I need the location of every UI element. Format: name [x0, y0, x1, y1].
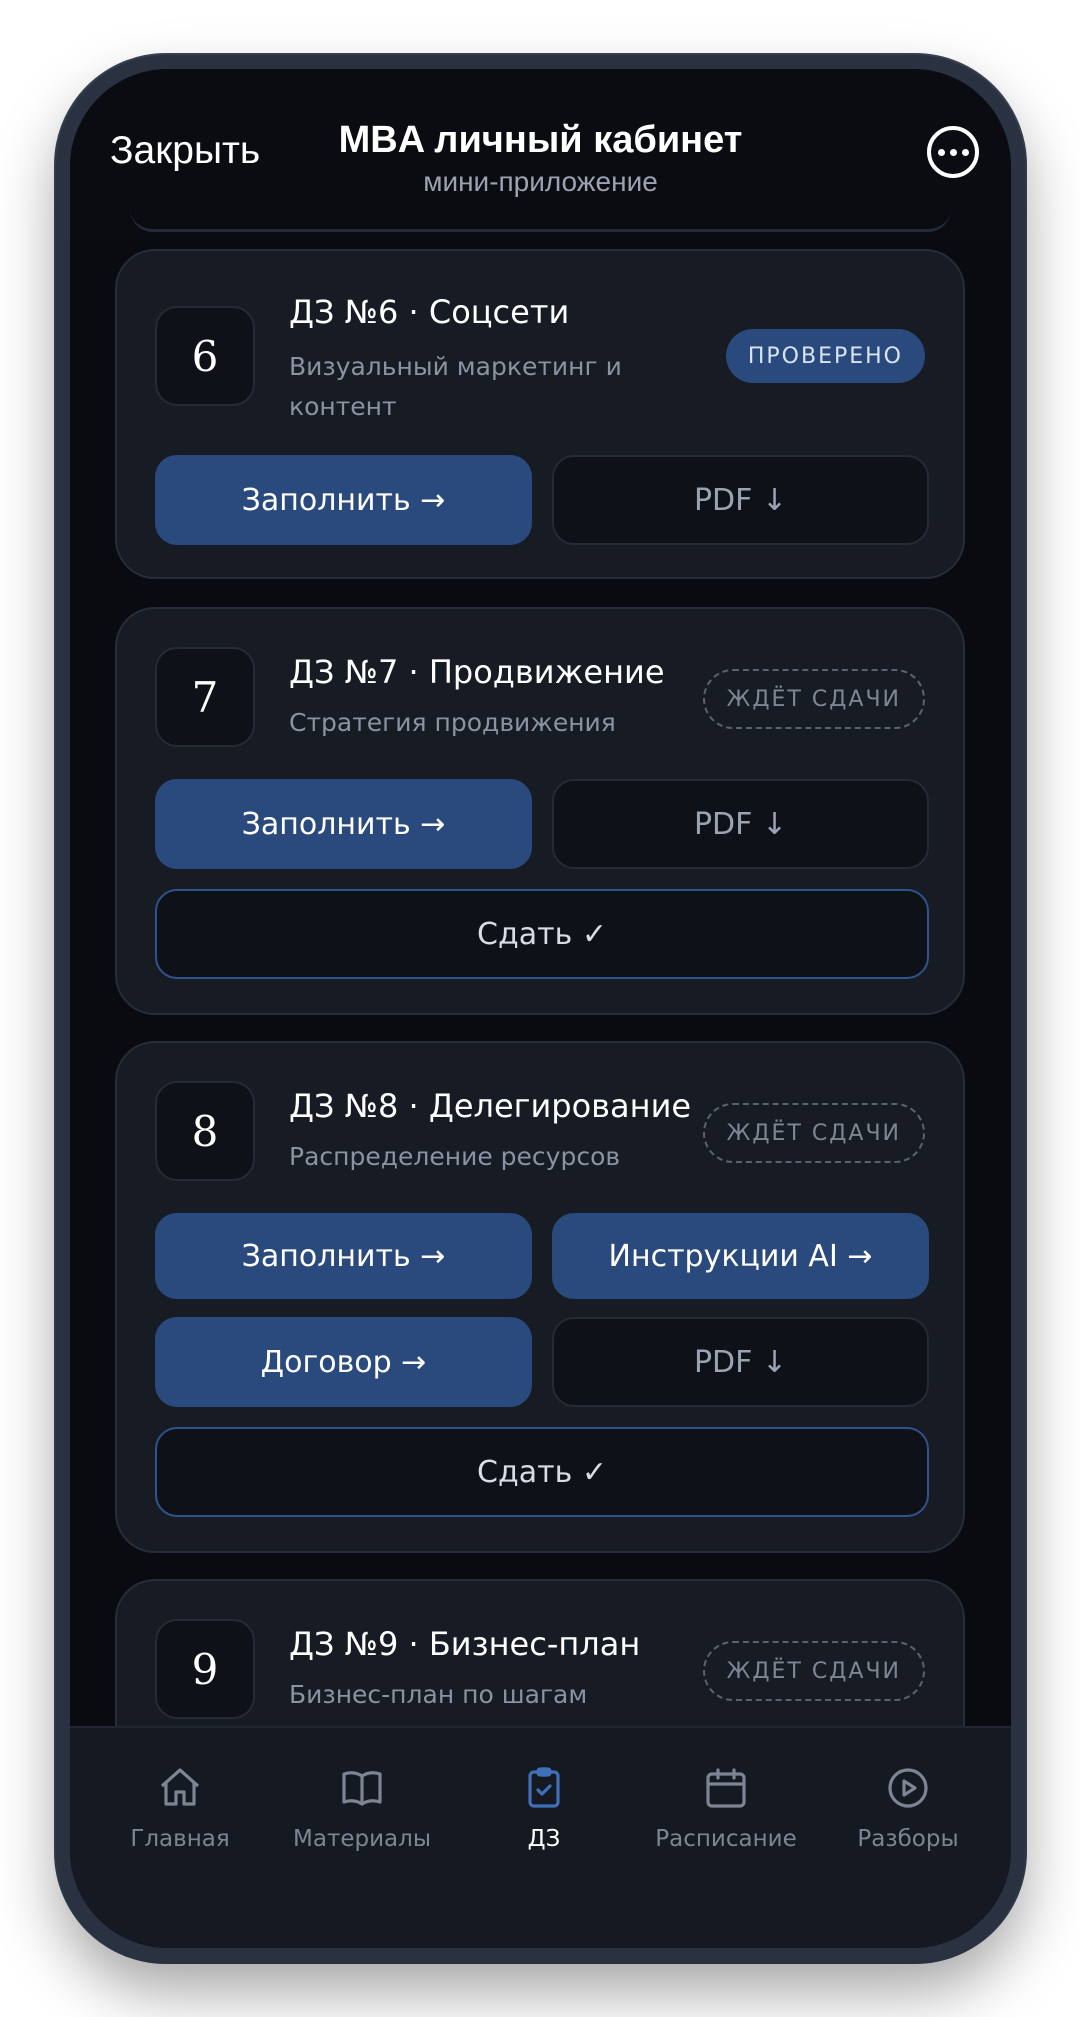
submit-button[interactable]: Сдать ✓: [155, 889, 929, 979]
nav-label: ДЗ: [527, 1826, 561, 1852]
app-screen: 6 ДЗ №6 · Соцсети Визуальный маркетинг и…: [70, 69, 1011, 1948]
more-icon[interactable]: [927, 126, 979, 178]
nav-label: Материалы: [293, 1826, 431, 1852]
nav-item-schedule[interactable]: Расписание: [636, 1764, 816, 1852]
fill-button[interactable]: Заполнить →: [155, 1213, 532, 1299]
homework-number: 8: [155, 1081, 255, 1181]
pdf-button[interactable]: PDF ↓: [552, 1317, 929, 1407]
homework-title: ДЗ №8 · Делегирование: [289, 1087, 692, 1125]
phone-frame: 6 ДЗ №6 · Соцсети Визуальный маркетинг и…: [56, 55, 1025, 1962]
nav-label: Разборы: [857, 1826, 959, 1852]
book-icon: [342, 1771, 382, 1806]
pdf-button[interactable]: PDF ↓: [552, 779, 929, 869]
homework-card-7: 7 ДЗ №7 · Продвижение Стратегия продвиже…: [115, 607, 965, 1015]
homework-title: ДЗ №6 · Соцсети: [289, 293, 570, 331]
homework-subtitle: Бизнес-план по шагам: [289, 1680, 588, 1709]
homework-number: 7: [155, 647, 255, 747]
page-title: MBA личный кабинет: [338, 119, 743, 161]
homework-subtitle: Распределение ресурсов: [289, 1142, 621, 1171]
homework-subtitle: Визуальный маркетинг и контент: [289, 352, 622, 421]
nav-label: Главная: [130, 1826, 230, 1852]
status-badge: ЖДЁТ СДАЧИ: [702, 1103, 925, 1163]
nav-item-materials[interactable]: Материалы: [272, 1764, 452, 1852]
fill-button[interactable]: Заполнить →: [155, 455, 532, 545]
page-subtitle: мини-приложение: [423, 166, 658, 197]
nav-item-homework[interactable]: ДЗ: [454, 1764, 634, 1852]
submit-button[interactable]: Сдать ✓: [155, 1427, 929, 1517]
pdf-button[interactable]: PDF ↓: [552, 455, 929, 545]
nav-item-home[interactable]: Главная: [90, 1764, 270, 1852]
nav-label: Расписание: [655, 1826, 797, 1852]
previous-card-edge: [130, 209, 951, 232]
home-icon: [160, 1768, 200, 1806]
ai-instructions-button[interactable]: Инструкции AI →: [552, 1213, 929, 1299]
status-badge: ЖДЁТ СДАЧИ: [702, 1641, 925, 1701]
header-titles: MBA личный кабинет мини-приложение: [70, 119, 1011, 198]
contract-button[interactable]: Договор →: [155, 1317, 532, 1407]
homework-number: 9: [155, 1619, 255, 1719]
clipboard-check-icon: [528, 1767, 560, 1808]
nav-item-reviews[interactable]: Разборы: [818, 1764, 998, 1852]
status-badge: ЖДЁТ СДАЧИ: [702, 669, 925, 729]
status-badge: ПРОВЕРЕНО: [725, 329, 925, 383]
bottom-navigation: Главная Материалы ДЗ Расписание Разборы: [70, 1726, 1011, 1948]
homework-title: ДЗ №9 · Бизнес-план: [289, 1625, 641, 1663]
fill-button[interactable]: Заполнить →: [155, 779, 532, 869]
homework-number: 6: [155, 306, 255, 406]
calendar-icon: [706, 1768, 746, 1808]
homework-card-8: 8 ДЗ №8 · Делегирование Распределение ре…: [115, 1041, 965, 1553]
homework-card-6: 6 ДЗ №6 · Соцсети Визуальный маркетинг и…: [115, 249, 965, 579]
homework-subtitle: Стратегия продвижения: [289, 708, 616, 737]
play-circle-icon: [888, 1768, 928, 1808]
homework-title: ДЗ №7 · Продвижение: [289, 653, 665, 691]
